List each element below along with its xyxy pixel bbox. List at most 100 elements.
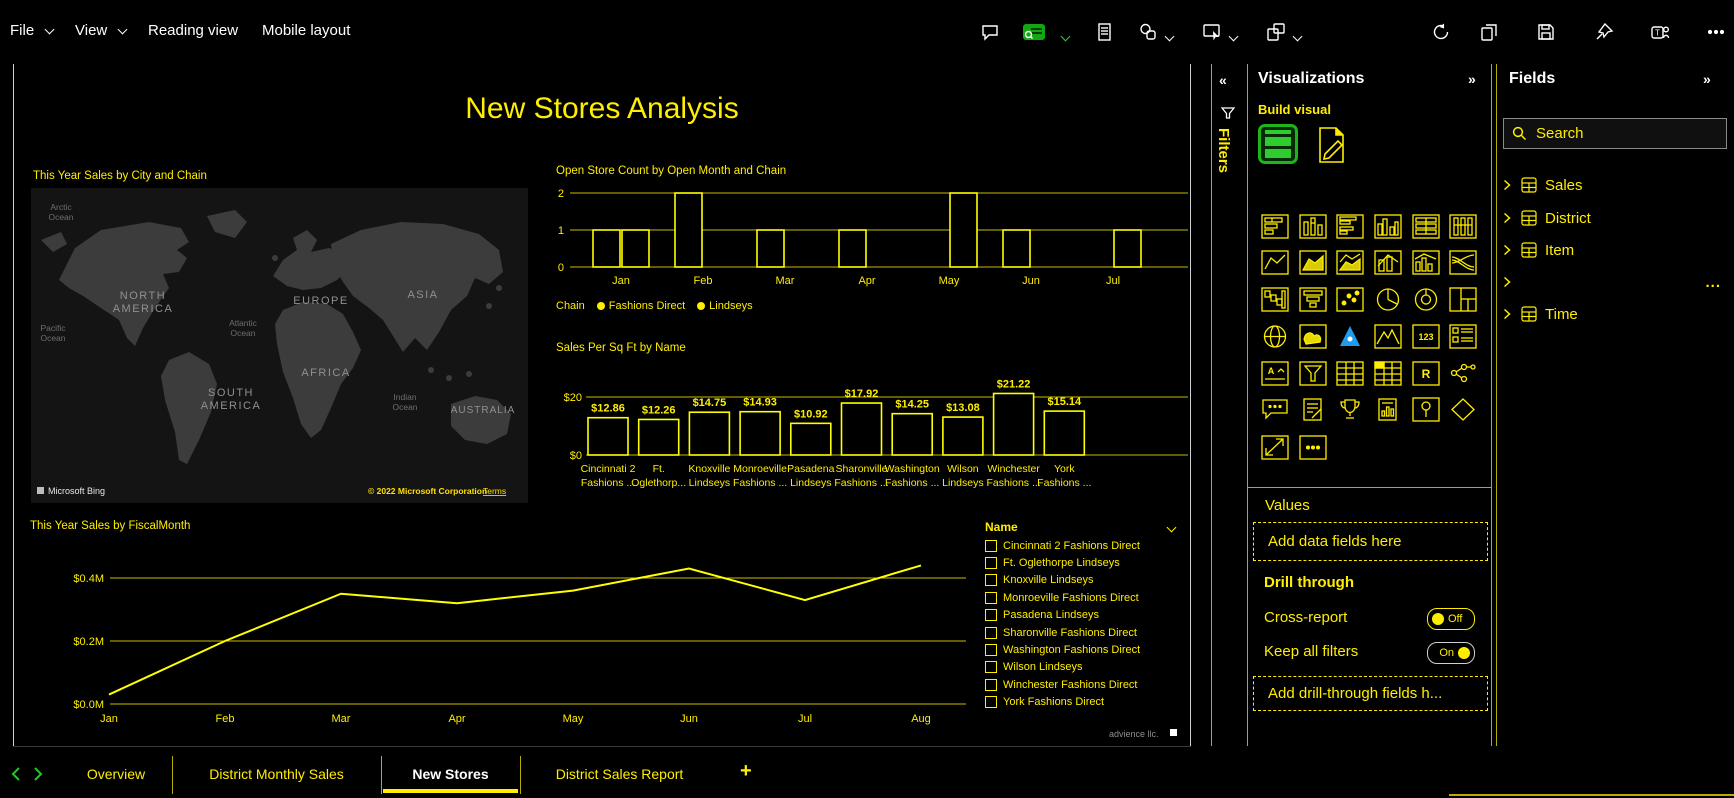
page-nav-left-icon[interactable]	[9, 766, 23, 787]
column-lindseys-jan[interactable]	[621, 229, 650, 268]
visual-type-paginated-icon[interactable]	[1373, 396, 1403, 423]
fields-table-row-time[interactable]: Time	[1503, 302, 1727, 326]
slicer-checkbox[interactable]	[985, 678, 997, 691]
menu-reading-view[interactable]: Reading view	[148, 22, 238, 39]
visual-type-line-icon[interactable]	[1260, 249, 1290, 276]
slicer-checkbox[interactable]	[985, 696, 997, 709]
visual-type-bar-100-icon[interactable]	[1411, 213, 1441, 240]
visual-type-funnel-icon[interactable]	[1298, 286, 1328, 313]
new-page-button[interactable]: +	[740, 760, 752, 783]
slicer-item[interactable]: Pasadena Lindseys	[983, 607, 1188, 624]
pin-icon[interactable]	[1592, 21, 1616, 43]
column-fashions-direct-jan[interactable]	[592, 229, 621, 268]
column-9[interactable]	[1043, 410, 1086, 456]
expand-chevron-icon[interactable]	[1503, 244, 1511, 256]
column-2[interactable]	[688, 411, 731, 456]
search-input[interactable]	[1534, 124, 1708, 143]
slicer-checkbox[interactable]	[985, 557, 997, 570]
visual-type-table-icon[interactable]	[1335, 360, 1365, 387]
slicer-item[interactable]: Winchester Fashions Direct	[983, 676, 1188, 693]
slicer-checkbox[interactable]	[985, 626, 997, 639]
reading-view-icon[interactable]	[1022, 21, 1046, 43]
visual-type-waterfall-icon[interactable]	[1260, 286, 1290, 313]
chevron-down-icon[interactable]	[1060, 28, 1071, 46]
column-5[interactable]	[840, 402, 883, 456]
visual-type-col-100-icon[interactable]	[1448, 213, 1478, 240]
fields-table-row[interactable]: ...	[1503, 270, 1727, 294]
column-1[interactable]	[637, 418, 680, 456]
visual-type-slicer-icon[interactable]	[1298, 360, 1328, 387]
tab-district-monthly-sales[interactable]: District Monthly Sales	[172, 752, 381, 796]
column-3[interactable]	[739, 410, 781, 456]
column-fashions-direct-jun[interactable]	[1002, 229, 1031, 268]
visual-type-diamond-icon[interactable]	[1448, 396, 1478, 423]
slicer-item[interactable]: Knoxville Lindseys	[983, 572, 1188, 589]
filters-collapse-button[interactable]: «	[1219, 72, 1227, 88]
refresh-icon[interactable]	[1429, 21, 1453, 43]
visual-type-qa-icon[interactable]	[1260, 396, 1290, 423]
visual-interactions-icon[interactable]	[1200, 21, 1224, 43]
slicer-checkbox[interactable]	[985, 591, 997, 604]
open-new-window-icon[interactable]	[1264, 21, 1288, 43]
column-4[interactable]	[790, 422, 832, 456]
name-slicer[interactable]: Cincinnati 2 Fashions Direct Ft. Oglethor…	[983, 537, 1188, 711]
fields-table-row-item[interactable]: Item	[1503, 238, 1727, 262]
visual-type-more-icon[interactable]	[1298, 434, 1328, 461]
column-0[interactable]	[587, 416, 629, 456]
visual-type-col-st-icon[interactable]	[1298, 213, 1328, 240]
visual-type-matrix-icon[interactable]	[1373, 360, 1403, 387]
visual-type-col-cl-icon[interactable]	[1373, 213, 1403, 240]
tab-district-sales-report[interactable]: District Sales Report	[520, 752, 719, 796]
visual-type-narrative-icon[interactable]	[1298, 396, 1328, 423]
slicer-item[interactable]: York Fashions Direct	[983, 694, 1188, 711]
menu-mobile-layout[interactable]: Mobile layout	[262, 22, 350, 39]
duplicate-icon[interactable]	[1477, 21, 1501, 43]
map-terms-link[interactable]: Terms	[483, 486, 506, 496]
copy-visual-icon[interactable]	[1136, 21, 1160, 43]
visual-type-multi-card-icon[interactable]	[1448, 323, 1478, 350]
expand-chevron-icon[interactable]	[1503, 212, 1511, 224]
slicer-item[interactable]: Sharonville Fashions Direct	[983, 624, 1188, 641]
visual-type-trophy-icon[interactable]	[1335, 396, 1365, 423]
visual-type-r-script-icon[interactable]: R	[1411, 360, 1441, 387]
fields-search-box[interactable]	[1503, 118, 1727, 149]
keep-all-filters-toggle[interactable]: On	[1427, 642, 1475, 664]
sales-line-series[interactable]	[108, 564, 922, 696]
slicer-item[interactable]: Washington Fashions Direct	[983, 641, 1188, 658]
ty-sales-line-chart[interactable]: $0.4M $0.2M $0.0M Jan Feb Mar Apr May Jun Jul Aug	[28, 530, 978, 735]
visual-type-pin-map-icon[interactable]	[1411, 396, 1441, 423]
visual-type-shape-map-icon[interactable]	[1373, 323, 1403, 350]
visual-type-combo-icon[interactable]	[1373, 249, 1403, 276]
values-field-well[interactable]: Add data fields here	[1253, 522, 1488, 561]
chevron-down-icon[interactable]	[1292, 28, 1303, 46]
visual-type-scatter-icon[interactable]	[1335, 286, 1365, 313]
expand-chevron-icon[interactable]	[1503, 276, 1511, 288]
fields-table-row-sales[interactable]: Sales	[1503, 173, 1727, 197]
slicer-checkbox[interactable]	[985, 661, 997, 674]
slicer-item[interactable]: Ft. Oglethorpe Lindseys	[983, 554, 1188, 571]
resize-handle[interactable]	[1170, 729, 1177, 736]
column-6[interactable]	[891, 412, 934, 456]
world-map[interactable]: NORTHAMERICASOUTHAMERICAEUROPEAFRICAASIA…	[31, 188, 528, 503]
more-options-icon[interactable]: ...	[1705, 274, 1721, 291]
visual-type-donut-icon[interactable]	[1411, 286, 1441, 313]
visual-type-kpi-icon[interactable]: A	[1260, 360, 1290, 387]
expand-chevron-icon[interactable]	[1503, 308, 1511, 320]
column-7[interactable]	[942, 416, 984, 456]
visual-type-area-st-icon[interactable]	[1335, 249, 1365, 276]
column-8[interactable]	[992, 392, 1035, 456]
visual-type-filled-map-icon[interactable]	[1298, 323, 1328, 350]
visual-type-bar-st-icon[interactable]	[1260, 213, 1290, 240]
format-visual-icon[interactable]	[1316, 126, 1348, 169]
visual-type-combo2-icon[interactable]	[1411, 249, 1441, 276]
column-lindseys-jul[interactable]	[1113, 229, 1142, 268]
column-fashions-direct-apr[interactable]	[838, 229, 867, 268]
drill-through-field-well[interactable]: Add drill-through fields h...	[1253, 676, 1488, 711]
visual-type-globe-icon[interactable]	[1260, 323, 1290, 350]
visual-type-pie-icon[interactable]	[1373, 286, 1403, 313]
visual-type-card-123-icon[interactable]: 123	[1411, 323, 1441, 350]
legend-item[interactable]: Lindseys	[697, 300, 753, 312]
slicer-checkbox[interactable]	[985, 644, 997, 657]
slicer-item[interactable]: Monroeville Fashions Direct	[983, 589, 1188, 606]
sales-per-sqft-chart[interactable]: $20 $0 $12.86 Cincinnati 2 Fashions ... $12.2…	[548, 354, 1190, 509]
